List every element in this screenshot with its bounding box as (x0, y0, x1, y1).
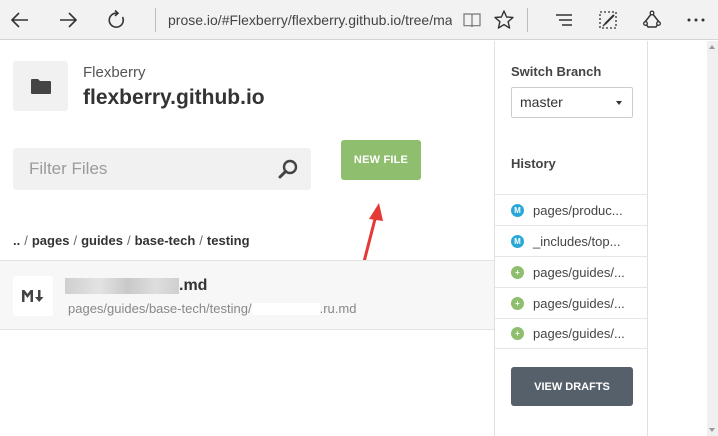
history-title: History (511, 156, 556, 171)
breadcrumb-testing[interactable]: testing (207, 233, 250, 248)
main-panel: Flexberry flexberry.github.io NEW FILE .… (0, 41, 494, 436)
file-name[interactable]: .md (65, 276, 207, 296)
repo-name[interactable]: flexberry.github.io (83, 86, 265, 110)
sidebar: Switch Branch master History M pages/pro… (494, 41, 648, 436)
branch-select-value: master (520, 94, 563, 110)
address-bar-divider (155, 8, 156, 32)
repo-owner[interactable]: Flexberry (83, 64, 146, 81)
reading-view-icon[interactable] (456, 4, 488, 36)
breadcrumb-separator: / (73, 233, 78, 248)
filter-box (13, 148, 311, 190)
back-icon[interactable] (4, 4, 36, 36)
refresh-icon[interactable] (100, 4, 132, 36)
toolbar-divider (527, 8, 528, 32)
file-path-prefix: pages/guides/base-tech/testing/ (68, 301, 252, 316)
breadcrumb-base-tech[interactable]: base-tech (135, 233, 196, 248)
breadcrumb-separator: / (24, 233, 28, 248)
switch-branch-title: Switch Branch (511, 64, 602, 79)
folder-icon (13, 61, 68, 111)
forward-icon[interactable] (52, 4, 84, 36)
added-icon: + (511, 296, 524, 310)
history-item[interactable]: M pages/produc... (495, 194, 648, 225)
added-icon: + (511, 327, 524, 340)
history-item-label: _includes/top... (533, 233, 621, 249)
file-path: pages/guides/base-tech/testing/ .ru.md (68, 301, 356, 316)
breadcrumb-separator: / (126, 233, 131, 248)
history-item-label: pages/guides/... (533, 326, 625, 341)
history-item-label: pages/guides/... (533, 295, 625, 311)
history-item-label: pages/produc... (533, 202, 623, 218)
redacted-path (251, 302, 320, 315)
history-list: M pages/produc... M _includes/top... + p… (495, 194, 648, 349)
markdown-icon (13, 276, 53, 316)
search-icon[interactable] (277, 158, 299, 180)
breadcrumb: .. / pages / guides / base-tech / testing (13, 233, 250, 248)
modified-icon: M (511, 234, 524, 248)
history-item[interactable]: + pages/guides/... (495, 318, 648, 349)
view-drafts-button[interactable]: VIEW DRAFTS (511, 367, 633, 406)
history-item[interactable]: + pages/guides/... (495, 287, 648, 318)
hub-icon[interactable] (548, 4, 580, 36)
file-path-suffix: .ru.md (319, 301, 357, 316)
web-note-icon[interactable] (592, 4, 624, 36)
breadcrumb-up[interactable]: .. (13, 233, 20, 248)
share-icon[interactable] (636, 4, 668, 36)
favorite-star-icon[interactable] (488, 4, 520, 36)
address-bar[interactable]: prose.io/#Flexberry/flexberry.github.io/… (168, 10, 452, 30)
redacted-filename (65, 278, 179, 294)
breadcrumb-guides[interactable]: guides (81, 233, 123, 248)
added-icon: + (511, 265, 524, 279)
file-list-item[interactable]: .md pages/guides/base-tech/testing/ .ru.m… (0, 260, 494, 330)
new-file-button[interactable]: NEW FILE (341, 140, 421, 180)
file-extension: .md (179, 277, 208, 294)
filter-files-input[interactable] (13, 148, 273, 190)
branch-select[interactable]: master (511, 87, 633, 118)
scroll-up-icon[interactable] (709, 45, 715, 49)
history-item[interactable]: + pages/guides/... (495, 256, 648, 287)
breadcrumb-separator: / (199, 233, 203, 248)
scrollbar[interactable] (707, 41, 718, 436)
scroll-down-icon[interactable] (709, 428, 715, 432)
history-item-label: pages/guides/... (533, 264, 625, 280)
breadcrumb-pages[interactable]: pages (32, 233, 70, 248)
modified-icon: M (511, 203, 524, 217)
history-item[interactable]: M _includes/top... (495, 225, 648, 256)
chevron-down-icon (616, 101, 622, 105)
more-icon[interactable] (680, 4, 712, 36)
browser-toolbar: prose.io/#Flexberry/flexberry.github.io/… (0, 0, 718, 40)
